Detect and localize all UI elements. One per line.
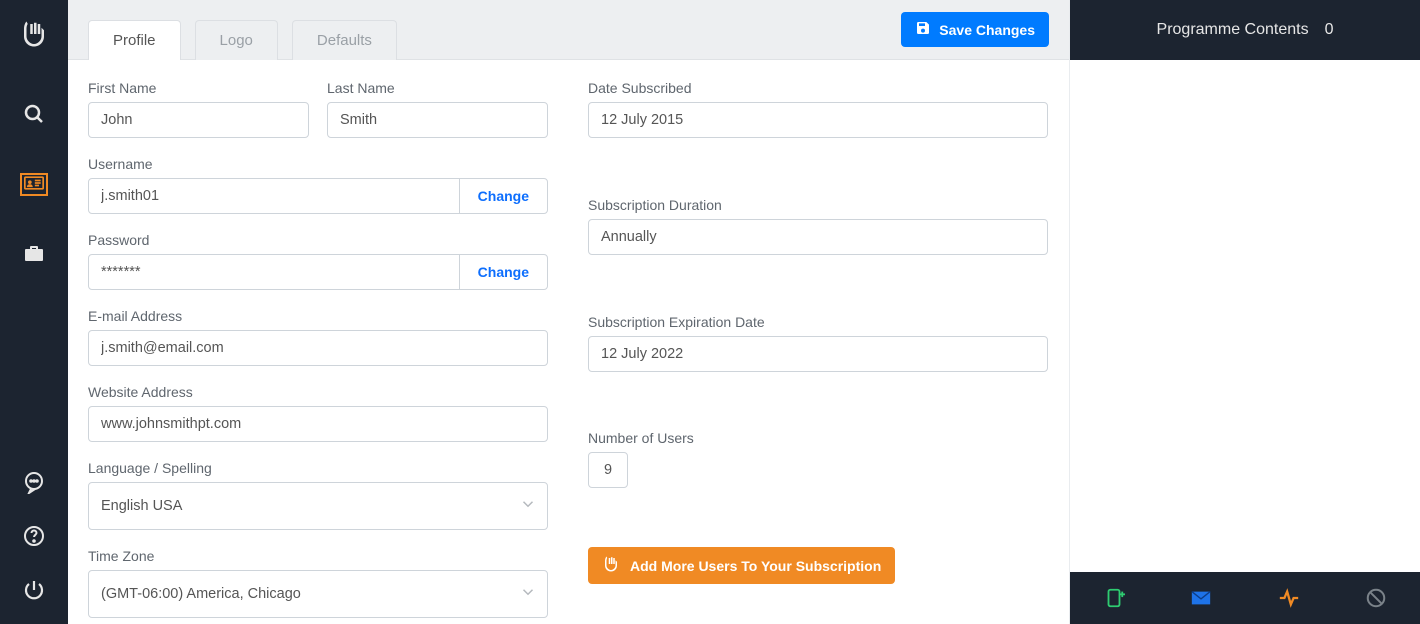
- right-panel: Programme Contents 0: [1070, 0, 1420, 624]
- footer-add-device-button[interactable]: [1092, 580, 1136, 616]
- user-count-input[interactable]: [588, 452, 628, 488]
- chevron-down-icon: [519, 495, 537, 517]
- chevron-down-icon: [519, 583, 537, 605]
- language-label: Language / Spelling: [88, 460, 548, 476]
- nav-help[interactable]: [14, 516, 54, 556]
- tab-profile[interactable]: Profile: [88, 20, 181, 60]
- main-column: Profile Logo Defaults Save Changes First…: [68, 0, 1070, 624]
- language-value: English USA: [101, 498, 182, 514]
- website-input[interactable]: [88, 406, 548, 442]
- footer-block-button[interactable]: [1354, 580, 1398, 616]
- right-panel-header: Programme Contents 0: [1070, 0, 1420, 60]
- username-input[interactable]: [88, 178, 460, 214]
- change-password-button[interactable]: Change: [459, 254, 548, 290]
- save-button-label: Save Changes: [939, 22, 1035, 38]
- tab-logo[interactable]: Logo: [195, 20, 278, 60]
- subscription-duration-label: Subscription Duration: [588, 197, 1048, 213]
- tabs: Profile Logo Defaults: [88, 12, 397, 59]
- nav-briefcase[interactable]: [14, 234, 54, 274]
- first-name-input[interactable]: [88, 102, 309, 138]
- footer-activity-button[interactable]: [1267, 580, 1311, 616]
- left-nav-rail: [0, 0, 68, 624]
- add-users-button[interactable]: Add More Users To Your Subscription: [588, 547, 895, 584]
- nav-power[interactable]: [14, 570, 54, 610]
- save-changes-button[interactable]: Save Changes: [901, 12, 1049, 47]
- form-content: First Name Last Name Username Change: [68, 60, 1069, 624]
- email-label: E-mail Address: [88, 308, 548, 324]
- password-label: Password: [88, 232, 548, 248]
- timezone-value: (GMT-06:00) America, Chicago: [101, 586, 301, 602]
- subscription-duration-input[interactable]: [588, 219, 1048, 255]
- email-input[interactable]: [88, 330, 548, 366]
- hand-icon: [602, 555, 620, 576]
- footer-mail-button[interactable]: [1179, 580, 1223, 616]
- subscription-expiration-label: Subscription Expiration Date: [588, 314, 1048, 330]
- nav-search[interactable]: [14, 94, 54, 134]
- profile-card-icon: [20, 173, 48, 196]
- add-users-label: Add More Users To Your Subscription: [630, 558, 881, 574]
- date-subscribed-input[interactable]: [588, 102, 1048, 138]
- tab-defaults[interactable]: Defaults: [292, 20, 397, 60]
- change-username-button[interactable]: Change: [459, 178, 548, 214]
- website-label: Website Address: [88, 384, 548, 400]
- password-input[interactable]: [88, 254, 460, 290]
- right-panel-count: 0: [1325, 21, 1334, 39]
- date-subscribed-label: Date Subscribed: [588, 80, 1048, 96]
- nav-chat[interactable]: [14, 462, 54, 502]
- nav-profile[interactable]: [14, 164, 54, 204]
- right-panel-body: [1070, 60, 1420, 572]
- timezone-label: Time Zone: [88, 548, 548, 564]
- subscription-expiration-input[interactable]: [588, 336, 1048, 372]
- save-icon: [915, 20, 931, 39]
- timezone-select[interactable]: (GMT-06:00) America, Chicago: [88, 570, 548, 618]
- right-panel-footer: [1070, 572, 1420, 624]
- first-name-label: First Name: [88, 80, 309, 96]
- last-name-label: Last Name: [327, 80, 548, 96]
- right-panel-title: Programme Contents: [1157, 21, 1309, 39]
- last-name-input[interactable]: [327, 102, 548, 138]
- topbar: Profile Logo Defaults Save Changes: [68, 0, 1069, 60]
- brand-logo: [14, 14, 54, 54]
- user-count-label: Number of Users: [588, 430, 1048, 446]
- language-select[interactable]: English USA: [88, 482, 548, 530]
- username-label: Username: [88, 156, 548, 172]
